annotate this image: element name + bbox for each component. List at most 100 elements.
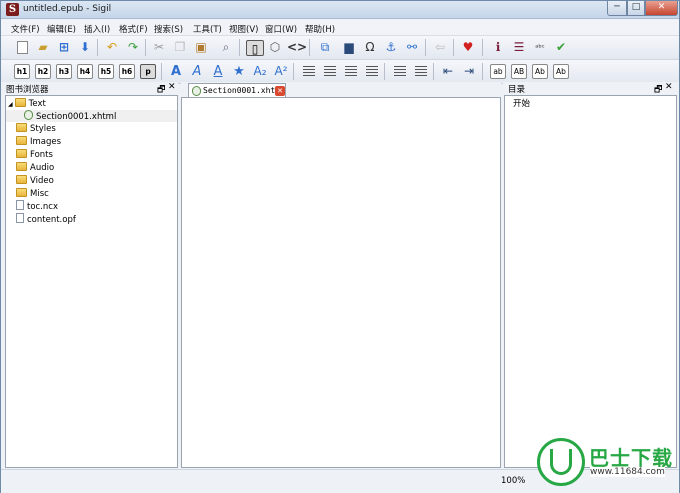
main-toolbar: ▰ ⊞ ⬇ ↶ ↷ ✂ ❐ ▣ ⌕ ▯ ⬡ <> ⧉ ▆ Ω ⚓ ⚯ ⇦ ♥ ℹ…	[1, 36, 679, 60]
zoom-level: 100%	[501, 476, 526, 486]
align-left-icon[interactable]	[300, 63, 318, 80]
split-view-icon[interactable]: ⬡	[266, 39, 284, 56]
editor-area[interactable]	[181, 97, 501, 468]
tree-item-content-opf[interactable]: content.opf	[16, 213, 76, 225]
book-browser-title: 图书浏览器	[6, 85, 49, 95]
toc-panel: 开始	[504, 95, 677, 468]
heading-h1-button[interactable]: h1	[14, 64, 30, 79]
menu-window[interactable]: 窗口(W)	[265, 23, 297, 35]
menu-help[interactable]: 帮助(H)	[305, 23, 335, 35]
subscript-icon[interactable]: A₂	[251, 63, 269, 80]
metadata-icon[interactable]: ℹ	[489, 39, 507, 56]
folder-icon	[16, 149, 27, 158]
copy-icon[interactable]: ❐	[171, 39, 189, 56]
menu-file[interactable]: 文件(F)	[11, 23, 40, 35]
lowercase-button[interactable]: ab	[490, 64, 506, 79]
tree-item-section0001[interactable]: Section0001.xhtml	[6, 110, 177, 122]
spellcheck-icon[interactable]: ᵃᵇᶜ	[531, 39, 549, 56]
menu-view[interactable]: 视图(V)	[229, 23, 258, 35]
toc-item-start[interactable]: 开始	[513, 98, 530, 110]
back-arrow-icon[interactable]: ⇦	[431, 39, 449, 56]
donate-heart-icon[interactable]: ♥	[459, 39, 477, 56]
minimize-button[interactable]: ─	[607, 1, 627, 16]
watermark-url: www.11684.com	[590, 467, 665, 477]
underline-icon[interactable]: A	[209, 63, 227, 80]
tree-item-text[interactable]: ◢ Text	[8, 98, 46, 110]
folder-icon	[16, 162, 27, 171]
toc-edit-icon[interactable]: ☰	[510, 39, 528, 56]
open-folder-icon[interactable]: ▰	[34, 39, 52, 56]
folder-icon	[16, 175, 27, 184]
split-chapter-icon[interactable]: ⧉	[316, 39, 334, 56]
toc-title: 目录	[508, 85, 526, 95]
menu-tools[interactable]: 工具(T)	[193, 23, 222, 35]
watermark-logo-icon	[537, 438, 585, 486]
validate-check-icon[interactable]: ✔	[552, 39, 570, 56]
menu-bar: 文件(F) 编辑(E) 插入(I) 格式(F) 搜索(S) 工具(T) 视图(V…	[1, 20, 679, 36]
numbered-list-icon[interactable]	[412, 63, 430, 80]
menu-insert[interactable]: 插入(I)	[84, 23, 110, 35]
heading-h6-button[interactable]: h6	[119, 64, 135, 79]
strikethrough-icon[interactable]: ★	[230, 63, 248, 80]
save-icon[interactable]: ⬇	[76, 39, 94, 56]
menu-format[interactable]: 格式(F)	[119, 23, 148, 35]
book-view-icon[interactable]: ▯	[246, 40, 264, 56]
uppercase-button[interactable]: AB	[511, 64, 527, 79]
insert-special-char-icon[interactable]: Ω	[361, 39, 379, 56]
align-right-icon[interactable]	[342, 63, 360, 80]
tree-item-fonts[interactable]: Fonts	[16, 149, 53, 161]
bold-icon[interactable]: A	[167, 63, 185, 80]
increase-indent-icon[interactable]: ⇥	[460, 63, 478, 80]
xhtml-file-icon	[192, 86, 201, 96]
undo-icon[interactable]: ↶	[103, 39, 121, 56]
tree-item-misc[interactable]: Misc	[16, 188, 49, 200]
code-view-icon[interactable]: <>	[287, 39, 307, 56]
cut-icon[interactable]: ✂	[150, 39, 168, 56]
redo-icon[interactable]: ↷	[124, 39, 142, 56]
new-file-icon[interactable]	[13, 39, 31, 56]
maximize-button[interactable]: □	[627, 1, 645, 16]
xhtml-file-icon	[24, 110, 33, 120]
anchor-icon[interactable]: ⚓	[382, 39, 400, 56]
heading-h3-button[interactable]: h3	[56, 64, 72, 79]
folder-icon	[16, 123, 27, 132]
bullet-list-icon[interactable]	[391, 63, 409, 80]
tree-item-toc-ncx[interactable]: toc.ncx	[16, 200, 58, 212]
close-window-button[interactable]: ✕	[645, 1, 678, 16]
align-center-icon[interactable]	[321, 63, 339, 80]
close-tab-icon[interactable]: ✕	[275, 86, 285, 96]
find-icon[interactable]: ⌕	[217, 39, 235, 56]
folder-icon	[16, 136, 27, 145]
superscript-icon[interactable]: A²	[272, 63, 290, 80]
window-title: untitled.epub - Sigil	[23, 4, 112, 14]
insert-image-icon[interactable]: ▆	[340, 39, 358, 56]
close-panel-icon[interactable]: ✕	[665, 82, 673, 92]
title-case-button[interactable]: Ab	[553, 64, 569, 79]
paste-icon[interactable]: ▣	[192, 39, 210, 56]
toc-header: 目录 🗗 ✕	[503, 82, 679, 95]
heading-h4-button[interactable]: h4	[77, 64, 93, 79]
align-justify-icon[interactable]	[363, 63, 381, 80]
heading-h5-button[interactable]: h5	[98, 64, 114, 79]
app-window: S untitled.epub - Sigil ─ □ ✕ 文件(F) 编辑(E…	[0, 0, 680, 493]
close-panel-icon[interactable]: ✕	[168, 82, 176, 92]
tree-item-styles[interactable]: Styles	[16, 123, 56, 135]
tree-item-images[interactable]: Images	[16, 136, 61, 148]
book-browser-header: 图书浏览器 🗗 ✕	[1, 82, 178, 95]
editor-tab-bar: Section0001.xhtml ✕	[181, 82, 501, 98]
title-bar: S untitled.epub - Sigil ─ □ ✕	[1, 1, 679, 19]
link-icon[interactable]: ⚯	[403, 39, 421, 56]
menu-edit[interactable]: 编辑(E)	[47, 23, 76, 35]
tree-item-video[interactable]: Video	[16, 175, 54, 187]
add-file-icon[interactable]: ⊞	[55, 39, 73, 56]
paragraph-button[interactable]: p	[140, 64, 156, 79]
folder-icon	[14, 98, 26, 107]
italic-icon[interactable]: A	[188, 63, 206, 80]
expand-arrow-icon[interactable]: ◢	[8, 101, 13, 108]
sentence-case-button[interactable]: Ab	[532, 64, 548, 79]
tree-item-audio[interactable]: Audio	[16, 162, 54, 174]
decrease-indent-icon[interactable]: ⇤	[439, 63, 457, 80]
heading-h2-button[interactable]: h2	[35, 64, 51, 79]
tab-section0001[interactable]: Section0001.xhtml ✕	[188, 83, 286, 98]
menu-search[interactable]: 搜索(S)	[154, 23, 183, 35]
